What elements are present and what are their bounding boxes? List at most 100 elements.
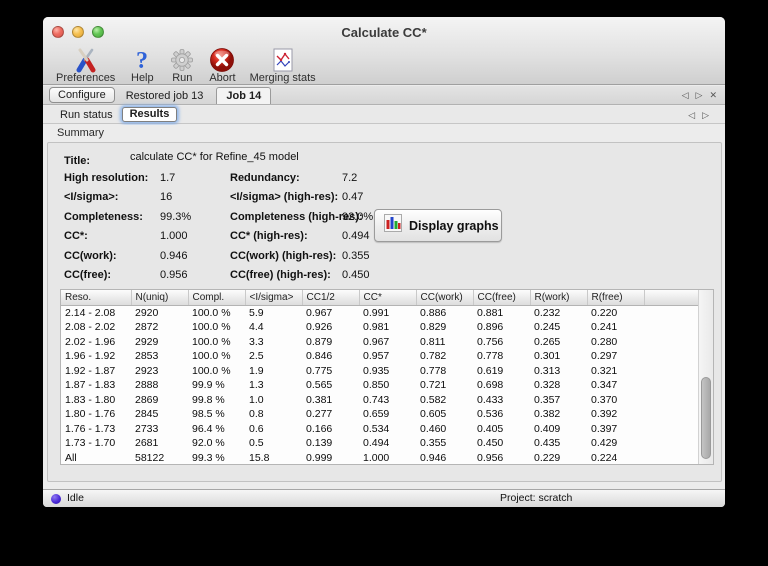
column-header-compl[interactable]: Compl. [187,290,245,306]
table-cell: 99.3 % [192,451,225,464]
column-header-i-sigma[interactable]: <I/sigma> [244,290,302,306]
tab-scroll-right-icon[interactable]: ▷ [702,109,709,121]
table-row[interactable]: 2.08 - 2.02 2872 100.0 % 4.4 0.926 0.981 0.829… [61,320,698,335]
column-header-cc1-2[interactable]: CC1/2 [301,290,359,306]
table-cell: 0.775 [306,364,333,377]
table-cell: 0.881 [477,306,504,319]
table-cell: 0.392 [591,408,618,421]
table-cell: 1.000 [363,451,390,464]
table-cell: 0.956 [477,451,504,464]
table-cell: 0.280 [591,335,618,348]
stat-value-high-res: 0.494 [342,230,370,243]
job-title-row: Title: calculate CC* for Refine_45 model [64,151,299,169]
toolbar-item-abort[interactable]: Abort [202,47,242,84]
table-cell-filler [644,436,698,451]
table-cell-filler [644,305,698,320]
table-cell: 0.534 [363,422,390,435]
table-row[interactable]: 1.76 - 1.73 2733 96.4 % 0.6 0.166 0.534 0.460 0… [61,422,698,437]
table-cell: 2.14 - 2.08 [65,306,116,319]
tab-scroll-right-icon[interactable]: ▷ [696,89,703,101]
display-graphs-label: Display graphs [409,218,499,233]
titlebar[interactable]: Calculate CC* [43,17,725,47]
subtab-run-status[interactable]: Run status [51,109,122,121]
table-cell: 2853 [135,350,159,363]
table-row[interactable]: 1.73 - 1.70 2681 92.0 % 0.5 0.139 0.494 0.355 0… [61,436,698,451]
column-header-n-uniq[interactable]: N(uniq) [130,290,188,306]
table-row[interactable]: 2.14 - 2.08 2920 100.0 % 5.9 0.967 0.991 0.886… [61,305,698,320]
table-cell: 0.382 [534,408,561,421]
toolbar-item-label: Run [172,72,193,84]
vertical-scrollbar[interactable] [698,290,713,464]
table-cell: 0.743 [363,393,390,406]
tab-configure[interactable]: Configure [49,87,115,103]
table-cell: 0.8 [249,408,264,421]
stat-label: Completeness: [64,210,143,223]
table-cell: 100.0 % [192,364,231,377]
display-graphs-button[interactable]: Display graphs [374,209,502,242]
table-cell: 0.991 [363,306,390,319]
table-cell: 2888 [135,379,159,392]
toolbar-item-help[interactable]: ? Help [122,47,162,84]
title-label: Title: [64,155,91,167]
stats-table: Reso. N(uniq) Compl. <I/sigma> CC1/2 CC* CC(wo… [61,290,699,466]
table-cell: 0.409 [534,422,561,435]
table-cell: 2923 [135,364,159,377]
column-header-reso[interactable]: Reso. [61,290,131,306]
table-cell: 0.999 [306,451,333,464]
table-cell: 15.8 [249,451,270,464]
stat-value-high-res: 0.450 [342,268,370,281]
column-header-cc[interactable]: CC* [358,290,416,306]
results-content: Summary Title: calculate CC* for Refine_… [43,125,725,489]
tools-icon [73,47,99,73]
status-bar: Idle Project: scratch [43,489,725,507]
table-cell: 0.229 [534,451,561,464]
table-cell: 0.619 [477,364,504,377]
table-cell: 1.9 [249,364,264,377]
table-cell-filler [644,364,698,379]
table-cell: 0.967 [363,335,390,348]
tab-restored-job-13[interactable]: Restored job 13 [117,88,213,104]
stat-label: CC(work): [64,249,117,262]
tab-scroll-left-icon[interactable]: ◁ [682,89,689,101]
table-cell: 0.224 [591,451,618,464]
subtab-results[interactable]: Results [121,107,178,122]
table-cell: 0.981 [363,321,390,334]
stat-label-high-res: Redundancy: [230,172,300,184]
toolbar-item-preferences[interactable]: Preferences [49,47,122,84]
table-cell: 0.297 [591,350,618,363]
tab-scroll-left-icon[interactable]: ◁ [688,109,695,121]
toolbar-item-run[interactable]: Run [162,47,202,84]
stat-value: 1.000 [160,230,188,243]
table-row[interactable]: 1.92 - 1.87 2923 100.0 % 1.9 0.775 0.935 0.778… [61,364,698,379]
table-row[interactable]: All 58122 99.3 % 15.8 0.999 1.000 0.946 0.956 0.… [61,451,698,466]
table-cell: 0.232 [534,306,561,319]
toolbar-item-label: Merging stats [249,72,316,84]
status-indicator-icon [51,494,61,504]
results-tab-nav: ◁ ▷ [688,109,709,121]
table-cell: 1.87 - 1.83 [65,379,116,392]
column-header-r-work[interactable]: R(work) [529,290,587,306]
table-cell: 0.582 [420,393,447,406]
column-header-r-free[interactable]: R(free) [586,290,644,306]
stat-value: 16 [160,191,173,204]
scrollbar-thumb[interactable] [701,377,712,459]
table-row[interactable]: 1.96 - 1.92 2853 100.0 % 2.5 0.846 0.957 0.782… [61,349,698,364]
table-cell: 0.277 [306,408,333,421]
tab-job-14[interactable]: Job 14 [216,87,272,104]
table-cell: 0.850 [363,379,390,392]
stat-label-high-res: CC(work) (high-res): [230,249,337,262]
project-label: Project: scratch [500,492,573,504]
tab-close-icon[interactable]: ✕ [709,89,717,101]
table-row[interactable]: 1.80 - 1.76 2845 98.5 % 0.8 0.277 0.659 0.605 0… [61,407,698,422]
column-header-cc-work[interactable]: CC(work) [415,290,473,306]
column-header-cc-free[interactable]: CC(free) [472,290,530,306]
table-cell: 3.3 [249,335,264,348]
toolbar-item-merging-stats[interactable]: Merging stats [243,47,323,84]
table-cell: 0.6 [249,422,264,435]
table-cell: 0.698 [477,379,504,392]
table-row[interactable]: 1.83 - 1.80 2869 99.8 % 1.0 0.381 0.743 0.582 0… [61,393,698,408]
table-cell: 0.957 [363,350,390,363]
table-row[interactable]: 2.02 - 1.96 2929 100.0 % 3.3 0.879 0.967 0.811… [61,335,698,350]
table-row[interactable]: 1.87 - 1.83 2888 99.9 % 1.3 0.565 0.850 0.721 0… [61,378,698,393]
table-cell: 1.96 - 1.92 [65,350,116,363]
